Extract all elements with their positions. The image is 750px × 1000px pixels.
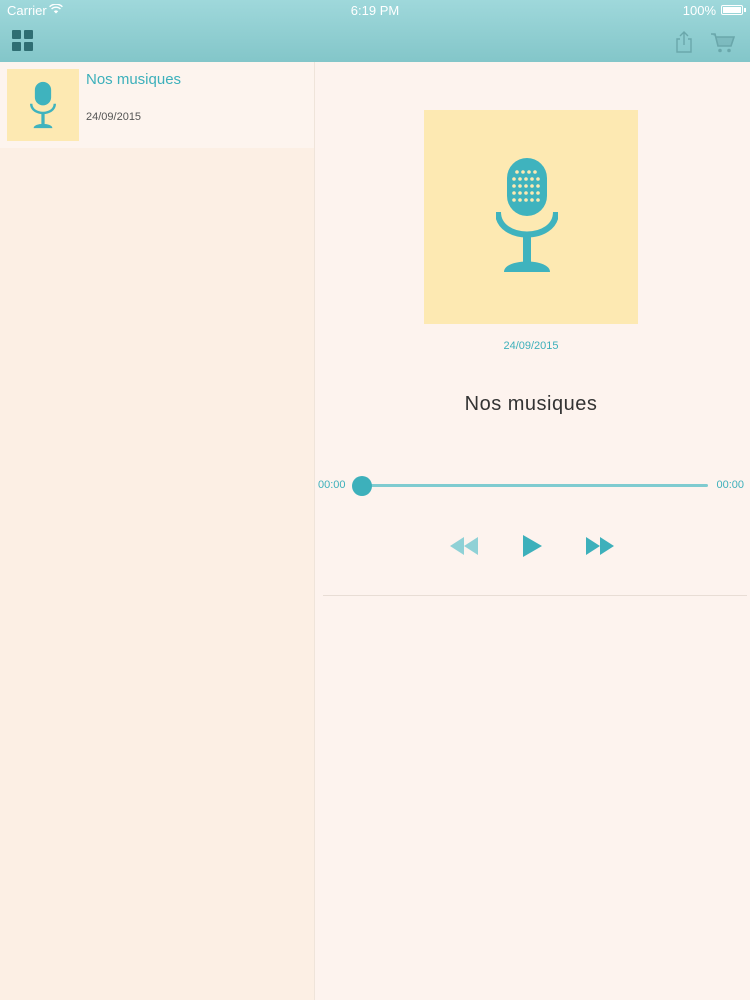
album-cover bbox=[424, 110, 638, 324]
track-date: 24/09/2015 bbox=[503, 340, 559, 352]
grid-icon-square bbox=[24, 30, 33, 39]
grid-menu-button[interactable] bbox=[12, 30, 34, 52]
play-icon[interactable] bbox=[521, 534, 543, 558]
track-title: Nos musiques bbox=[464, 393, 598, 415]
thumbnail bbox=[7, 69, 79, 141]
rewind-icon[interactable] bbox=[448, 534, 480, 558]
total-time: 00:00 bbox=[716, 479, 744, 491]
microphone-icon bbox=[29, 81, 57, 129]
navigation-bar: Carrier 6:19 PM 100% bbox=[0, 0, 750, 62]
share-icon[interactable] bbox=[674, 30, 694, 54]
fast-forward-icon[interactable] bbox=[584, 534, 616, 558]
grid-icon bbox=[12, 30, 21, 39]
item-title: Nos musiques bbox=[86, 71, 182, 88]
grid-icon-square bbox=[24, 42, 33, 51]
player-panel: 24/09/2015 Nos musiques 00:00 00:00 bbox=[315, 62, 750, 1000]
sidebar: Nos musiques 24/09/2015 bbox=[0, 62, 315, 1000]
battery-icon bbox=[721, 5, 743, 15]
status-bar: Carrier 6:19 PM 100% bbox=[0, 0, 750, 22]
battery-tip bbox=[744, 8, 746, 12]
microphone-icon bbox=[496, 158, 558, 272]
progress-slider[interactable] bbox=[358, 484, 708, 487]
progress-knob[interactable] bbox=[352, 476, 372, 496]
grid-icon-square bbox=[12, 42, 21, 51]
list-item[interactable]: Nos musiques 24/09/2015 bbox=[0, 62, 314, 148]
clock: 6:19 PM bbox=[350, 3, 400, 18]
battery-percentage: 100% bbox=[682, 3, 716, 18]
cart-icon[interactable] bbox=[710, 32, 736, 54]
item-date: 24/09/2015 bbox=[86, 111, 142, 123]
divider bbox=[323, 595, 747, 596]
elapsed-time: 00:00 bbox=[318, 479, 346, 491]
